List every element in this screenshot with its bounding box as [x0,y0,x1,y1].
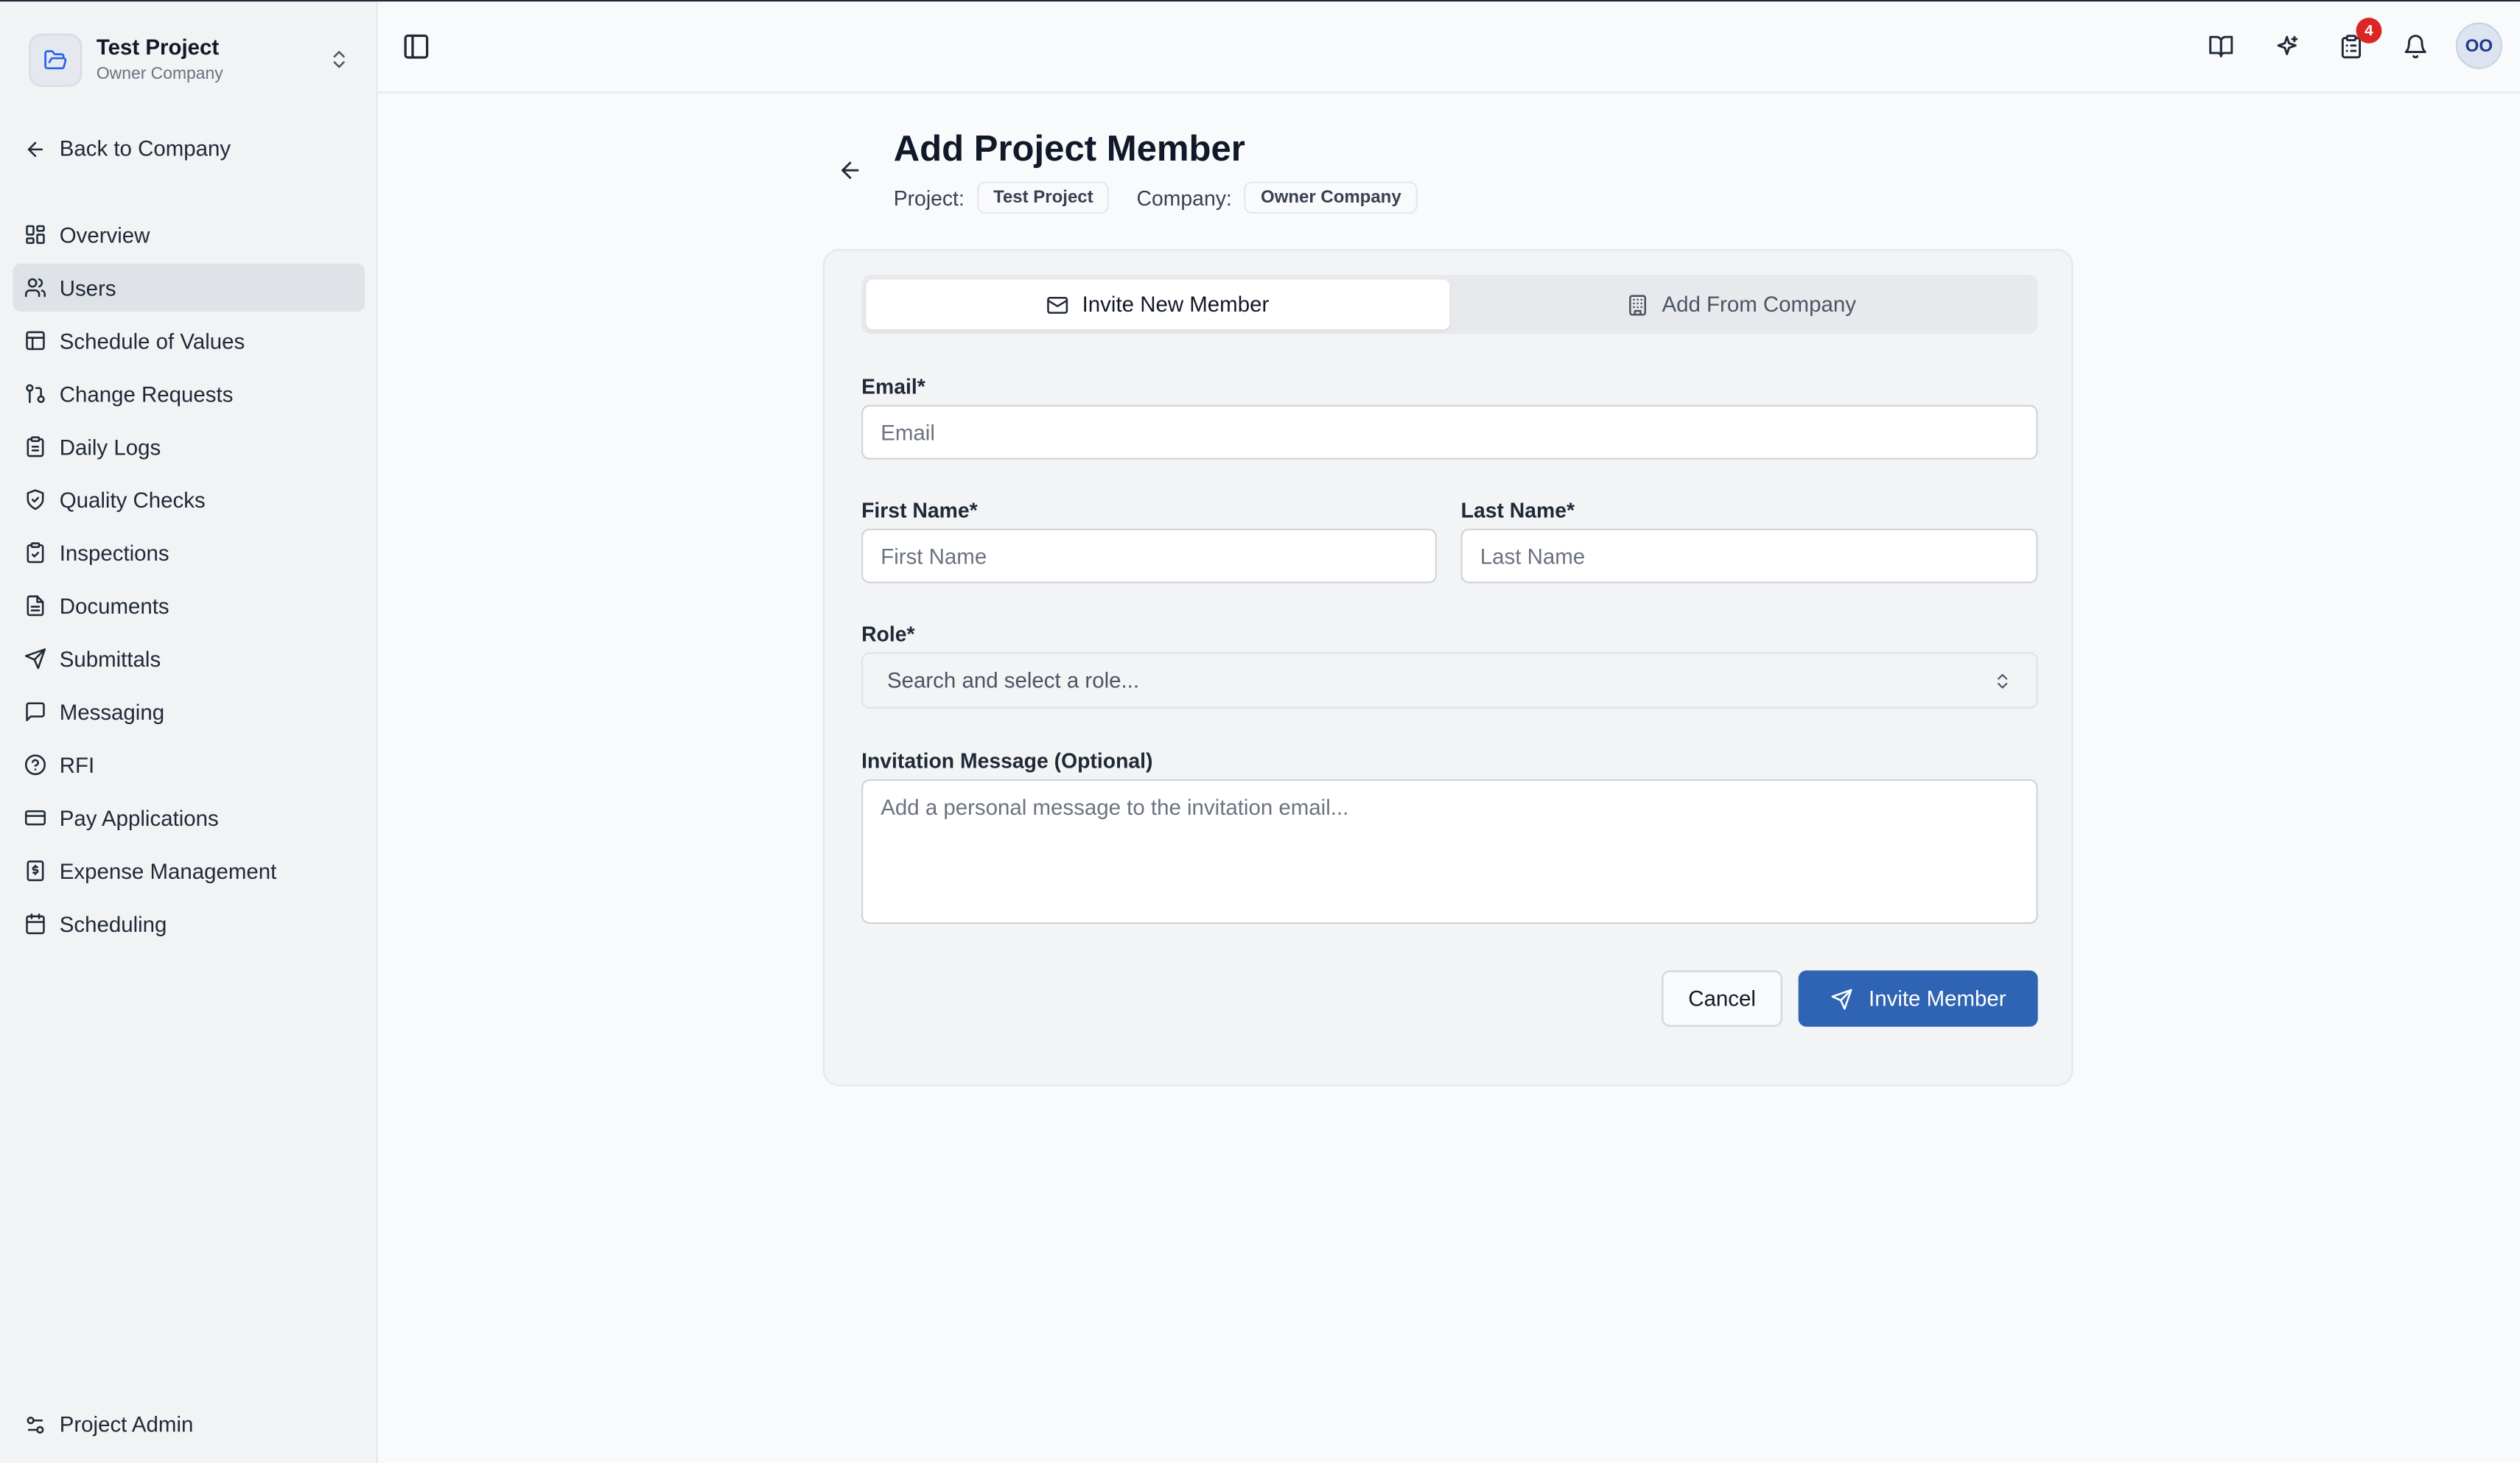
sidebar-nav: Overview Users Schedule of Values Change… [13,211,365,953]
sidebar-item-inspections[interactable]: Inspections [13,529,365,577]
sidebar-item-daily-logs[interactable]: Daily Logs [13,423,365,471]
mail-icon [1047,295,1068,313]
last-name-field[interactable] [1460,528,2038,583]
project-company: Owner Company [96,63,223,83]
credit-card-icon [24,810,46,826]
cancel-button[interactable]: Cancel [1662,970,1782,1027]
send-icon [1830,988,1852,1009]
member-tabs: Invite New Member Add From Company [861,274,2038,334]
tasks-count-badge: 4 [2356,17,2382,43]
first-name-field[interactable] [861,528,1437,583]
add-member-card: Invite New Member Add From Company Email… [822,249,2073,1087]
tab-invite-new-member[interactable]: Invite New Member [866,279,1450,330]
bell-icon [2404,35,2426,59]
tasks-button[interactable]: 4 [2334,17,2382,64]
project-admin-label: Project Admin [59,1412,194,1436]
sidebar-item-label: Documents [59,593,169,618]
message-square-icon [26,702,45,721]
tab-label: Add From Company [1662,292,1856,317]
sidebar-item-label: Schedule of Values [59,329,245,353]
chevrons-up-down-icon [1998,673,2008,689]
docs-button[interactable] [2203,29,2239,64]
settings-sliders-icon [27,1416,44,1433]
sidebar-item-scheduling[interactable]: Scheduling [13,899,365,947]
sidebar-item-quality-checks[interactable]: Quality Checks [13,476,365,524]
sidebar-item-label: Users [59,276,116,300]
folder-icon [29,32,83,86]
git-pull-request-icon [26,384,45,404]
page-title: Add Project Member [893,128,1245,169]
last-name-label: Last Name* [1460,498,1575,522]
clipboard-icon [27,436,44,457]
send-icon [24,648,46,670]
sidebar-item-rfi[interactable]: RFI [13,740,365,788]
sidebar: Test Project Owner Company Back to Compa… [0,1,378,1463]
project-chip: Test Project [977,181,1110,214]
app-root: Test Project Owner Company Back to Compa… [0,0,2520,1463]
project-switcher[interactable]: Test Project Owner Company [29,30,350,88]
table-icon [26,331,45,351]
sidebar-item-label: Overview [59,222,150,247]
sidebar-item-documents[interactable]: Documents [13,582,365,630]
project-admin-link[interactable]: Project Admin [24,1412,194,1436]
sidebar-item-overview[interactable]: Overview [13,211,365,259]
sidebar-item-label: Submittals [59,646,161,671]
role-select-placeholder: Search and select a role... [886,668,1140,693]
shield-check-icon [27,489,44,511]
file-text-icon [27,595,44,617]
sidebar-item-schedule-of-values[interactable]: Schedule of Values [13,317,365,365]
tab-label: Invite New Member [1082,292,1270,317]
first-name-label: First Name* [861,498,978,522]
building-icon [1629,294,1647,315]
sidebar-item-label: Inspections [59,540,169,565]
book-open-icon [2209,35,2233,57]
user-avatar[interactable]: OO [2455,22,2502,69]
sidebar-item-messaging[interactable]: Messaging [13,688,365,736]
sidebar-item-expense-management[interactable]: Expense Management [13,846,365,894]
top-bar: 4 OO [377,1,2520,94]
sidebar-item-submittals[interactable]: Submittals [13,635,365,683]
sidebar-item-label: Pay Applications [59,805,219,830]
sidebar-item-users[interactable]: Users [13,263,365,312]
ai-assistant-button[interactable] [2269,29,2305,64]
project-name: Test Project [96,34,220,59]
sidebar-item-pay-applications[interactable]: Pay Applications [13,793,365,841]
tab-add-from-company[interactable]: Add From Company [1449,280,2033,330]
notifications-button[interactable] [2398,29,2433,64]
email-label: Email* [861,374,925,399]
invite-member-button[interactable]: Invite Member [1798,970,2038,1027]
company-chip: Owner Company [1245,181,1418,214]
page-back-arrow-icon[interactable] [837,158,863,183]
sparkles-icon [2277,35,2298,55]
sidebar-item-label: Change Requests [59,382,234,406]
page-meta: Project: Test Project Company: Owner Com… [894,181,1418,214]
sidebar-item-label: RFI [59,752,95,777]
sidebar-item-label: Expense Management [59,858,277,883]
role-label: Role* [861,622,915,646]
sidebar-item-label: Messaging [59,699,165,724]
invitation-message-field[interactable] [861,779,2038,925]
company-meta-label: Company: [1136,185,1232,210]
sidebar-item-label: Daily Logs [59,434,161,459]
sidebar-toggle-icon[interactable] [402,32,430,61]
project-meta-label: Project: [893,185,965,210]
invitation-message-label: Invitation Message (Optional) [861,748,1153,773]
back-to-company-label: Back to Company [59,136,231,161]
role-select[interactable]: Search and select a role... [861,652,2038,709]
layout-grid-icon [26,225,45,245]
sidebar-item-label: Quality Checks [59,487,206,512]
email-field[interactable] [861,404,2038,460]
chevrons-up-down-icon [333,51,345,69]
receipt-icon [27,860,44,882]
arrow-left-icon [27,141,43,156]
users-icon [24,278,46,298]
sidebar-item-label: Scheduling [59,911,167,936]
calendar-icon [26,913,45,935]
sidebar-item-change-requests[interactable]: Change Requests [13,370,365,418]
invite-member-label: Invite Member [1869,986,2006,1011]
clipboard-check-icon [27,542,44,564]
back-to-company-link[interactable]: Back to Company [24,136,231,161]
help-circle-icon [24,754,46,776]
